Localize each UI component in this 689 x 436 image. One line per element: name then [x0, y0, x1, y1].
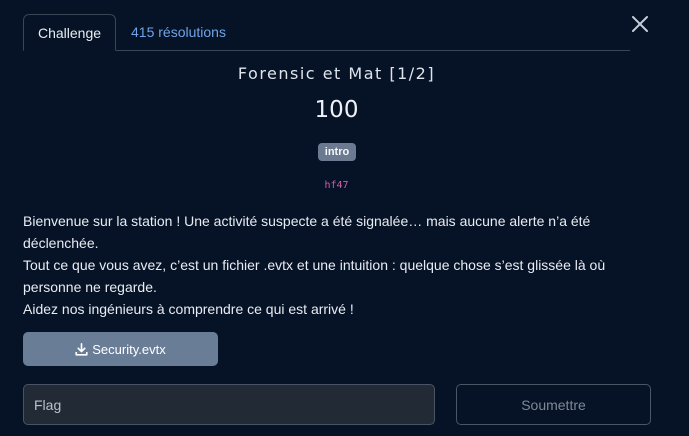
challenge-author: hf47 — [324, 180, 349, 191]
tab-solves[interactable]: 415 résolutions — [131, 14, 226, 50]
challenge-title: Forensic et Mat [1/2] — [237, 64, 436, 83]
description-paragraph: Tout ce que vous avez, c’est un fichier … — [23, 257, 606, 295]
close-icon[interactable] — [628, 12, 652, 36]
download-attachment-button[interactable]: Security.evtx — [23, 332, 218, 366]
tab-challenge[interactable]: Challenge — [23, 14, 116, 51]
submit-button[interactable]: Soumettre — [456, 384, 651, 425]
challenge-tag-badge: intro — [318, 143, 356, 161]
flag-input[interactable] — [23, 384, 435, 425]
download-icon — [75, 342, 88, 356]
description-paragraph: Bienvenue sur la station ! Une activité … — [23, 213, 591, 251]
challenge-points: 100 — [314, 97, 359, 123]
attachment-file-name: Security.evtx — [92, 341, 166, 357]
tab-bar: Challenge 415 résolutions — [23, 14, 630, 51]
description-paragraph: Aidez nos ingénieurs à comprendre ce qui… — [23, 301, 354, 317]
challenge-description: Bienvenue sur la station ! Une activité … — [23, 210, 623, 320]
